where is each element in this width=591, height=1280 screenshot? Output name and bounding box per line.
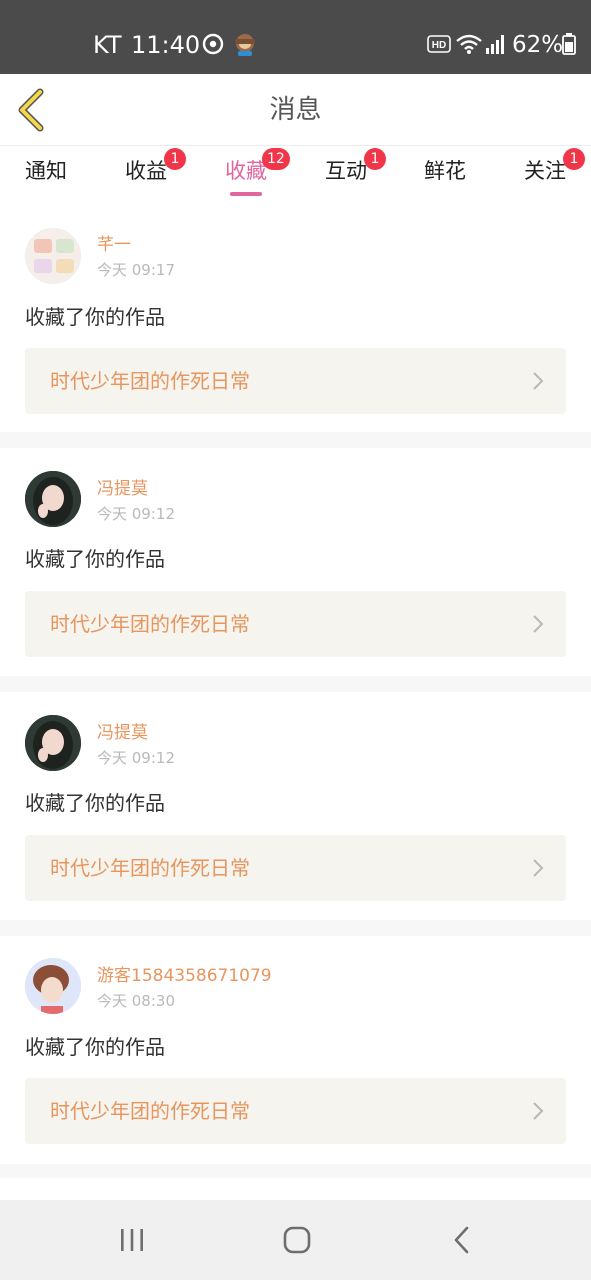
work-link[interactable]: 时代少年团的作死日常 bbox=[25, 591, 566, 657]
divider bbox=[0, 676, 591, 692]
wifi-icon bbox=[456, 34, 482, 54]
chevron-right-icon bbox=[533, 372, 544, 390]
message-time: 今天 08:30 bbox=[97, 992, 175, 1010]
monkey-emoji-icon bbox=[235, 34, 255, 56]
message-card: 冯提莫 今天 09:12 收藏了你的作品 时代少年团的作死日常 bbox=[0, 692, 591, 920]
unread-badge: 1 bbox=[164, 148, 186, 170]
unread-badge: 1 bbox=[563, 148, 585, 170]
username[interactable]: 冯提莫 bbox=[97, 722, 148, 744]
signal-icon bbox=[486, 35, 504, 54]
avatar[interactable] bbox=[25, 228, 81, 284]
active-tab-indicator bbox=[230, 192, 262, 196]
message-time: 今天 09:12 bbox=[97, 505, 175, 523]
avatar-photo-icon bbox=[25, 715, 81, 771]
page-title: 消息 bbox=[269, 95, 322, 125]
recent-apps-icon[interactable] bbox=[118, 1224, 146, 1256]
tab-label: 通知 bbox=[25, 159, 67, 183]
work-link[interactable]: 时代少年团的作死日常 bbox=[25, 835, 566, 901]
username[interactable]: 游客1584358671079 bbox=[97, 965, 272, 987]
avatar[interactable] bbox=[25, 958, 81, 1014]
message-card: 冯提莫 今天 09:12 收藏了你的作品 时代少年团的作死日常 bbox=[0, 448, 591, 676]
work-title: 时代少年团的作死日常 bbox=[50, 369, 250, 393]
hd-icon: HD bbox=[427, 35, 451, 53]
work-link[interactable]: 时代少年团的作死日常 bbox=[25, 348, 566, 414]
work-title: 时代少年团的作死日常 bbox=[50, 612, 250, 636]
carrier-label: KT bbox=[93, 31, 122, 59]
status-bar: KT 11:40 HD 62% bbox=[0, 0, 591, 74]
message-action: 收藏了你的作品 bbox=[25, 305, 165, 329]
message-action: 收藏了你的作品 bbox=[25, 1035, 165, 1059]
avatar[interactable] bbox=[25, 715, 81, 771]
battery-percent: 62% bbox=[512, 32, 564, 58]
message-action: 收藏了你的作品 bbox=[25, 547, 165, 571]
work-title: 时代少年团的作死日常 bbox=[50, 1099, 250, 1123]
username[interactable]: 芊一 bbox=[97, 234, 131, 256]
tab-follows[interactable]: 关注 1 bbox=[515, 148, 585, 198]
message-time: 今天 09:12 bbox=[97, 749, 175, 767]
app-header: 消息 bbox=[0, 74, 591, 146]
work-link[interactable]: 时代少年团的作死日常 bbox=[25, 1078, 566, 1144]
username[interactable]: 冯提莫 bbox=[97, 478, 148, 500]
message-time: 今天 09:17 bbox=[97, 261, 175, 279]
message-action: 收藏了你的作品 bbox=[25, 791, 165, 815]
tab-earnings[interactable]: 收益 1 bbox=[116, 148, 186, 198]
home-icon[interactable] bbox=[282, 1224, 312, 1256]
chevron-right-icon bbox=[533, 859, 544, 877]
weibo-icon bbox=[202, 33, 224, 55]
work-title: 时代少年团的作死日常 bbox=[50, 856, 250, 880]
divider bbox=[0, 920, 591, 936]
unread-badge: 1 bbox=[364, 148, 386, 170]
tab-interactions[interactable]: 互动 1 bbox=[316, 148, 386, 198]
tab-label: 收益 bbox=[125, 159, 167, 183]
avatar-photo-icon bbox=[25, 471, 81, 527]
tab-label: 鲜花 bbox=[424, 159, 466, 183]
avatar-photo-icon bbox=[25, 958, 81, 1014]
chevron-right-icon bbox=[533, 615, 544, 633]
tab-notifications[interactable]: 通知 bbox=[16, 158, 76, 198]
back-icon[interactable] bbox=[452, 1224, 472, 1256]
avatar[interactable] bbox=[25, 471, 81, 527]
divider bbox=[0, 1164, 591, 1178]
system-nav-bar bbox=[0, 1200, 591, 1280]
clock: 11:40 bbox=[131, 31, 201, 59]
tab-label: 收藏 bbox=[225, 159, 267, 183]
battery-icon bbox=[562, 33, 576, 55]
chevron-right-icon bbox=[533, 1102, 544, 1120]
tab-label: 关注 bbox=[524, 159, 566, 183]
svg-text:HD: HD bbox=[432, 40, 446, 51]
tab-bar: 通知 收益 1 收藏 12 互动 1 鲜花 关注 1 bbox=[0, 146, 591, 200]
unread-badge: 12 bbox=[262, 148, 290, 170]
message-card: 芊一 今天 09:17 收藏了你的作品 时代少年团的作死日常 bbox=[0, 200, 591, 432]
avatar-illustration-icon bbox=[26, 229, 80, 283]
tab-label: 互动 bbox=[325, 159, 367, 183]
message-card: 游客1584358671079 今天 08:30 收藏了你的作品 时代少年团的作… bbox=[0, 936, 591, 1164]
tab-flowers[interactable]: 鲜花 bbox=[415, 158, 475, 198]
divider bbox=[0, 432, 591, 448]
